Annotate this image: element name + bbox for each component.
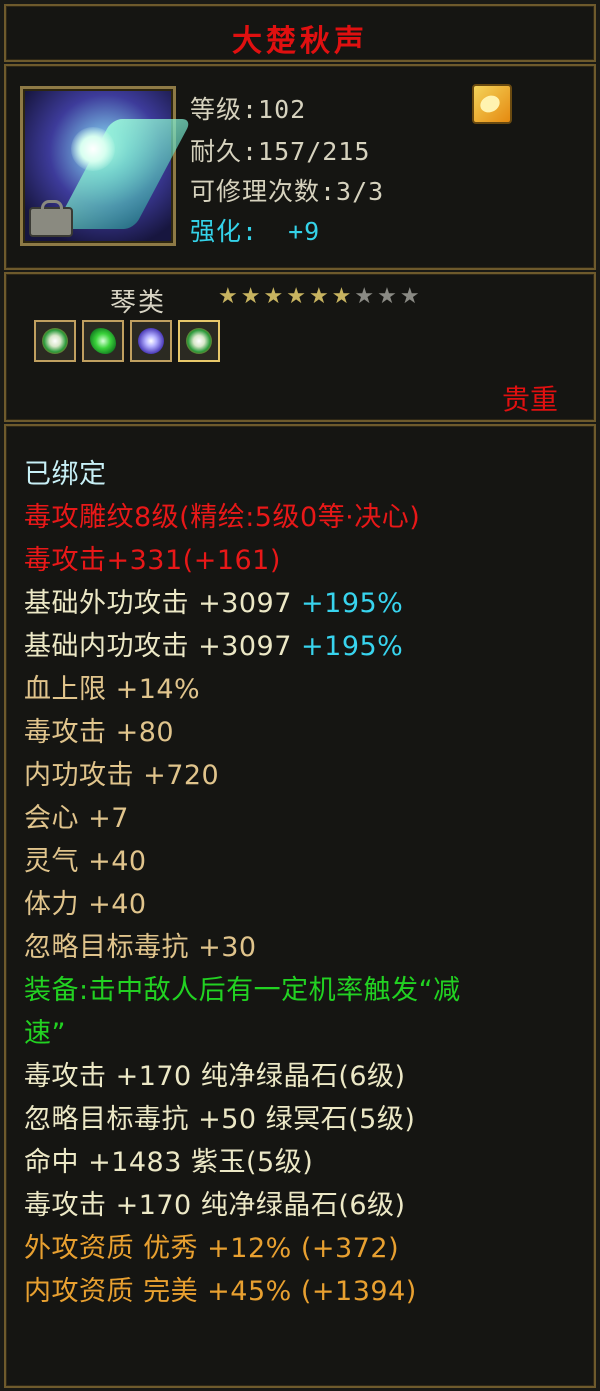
- item-meta: 琴类 ★★★★★★★★★ 贵重: [4, 272, 596, 422]
- title-bar: 大楚秋声: [4, 4, 596, 62]
- green-gem-icon: [90, 328, 116, 354]
- outer-attack-quality: 外攻资质 优秀 +12% (+372): [24, 1233, 400, 1264]
- base-outer-attack: 基础外功攻击 +3097 +195%: [24, 581, 403, 620]
- gem-slot-4[interactable]: [178, 320, 220, 362]
- enhance-label: 强化:: [190, 217, 259, 246]
- weapon-zither-icon[interactable]: [20, 86, 193, 246]
- purple-gem-icon: [138, 328, 164, 354]
- gem-slot-1[interactable]: [34, 320, 76, 362]
- star-rating: ★★★★★★★★★: [218, 284, 423, 309]
- gem-slot-3[interactable]: [130, 320, 172, 362]
- star-filled-icon: ★: [240, 284, 264, 309]
- icon-glow: [71, 127, 115, 171]
- level-stat: 等级:102: [190, 95, 307, 124]
- star-empty-icon: ★: [399, 284, 423, 309]
- base-inner-attack-pct: +195%: [301, 631, 404, 662]
- star-filled-icon: ★: [218, 284, 241, 309]
- base-outer-attack-pct: +195%: [301, 588, 404, 619]
- poison-attack-bonus: 毒攻击+331(+161): [24, 545, 281, 576]
- base-outer-attack-label: 基础外功攻击 +3097: [24, 588, 292, 619]
- green-ring-gem-icon: [186, 328, 212, 354]
- green-ring-gem-icon: [42, 328, 68, 354]
- durability-stat: 耐久:157/215: [190, 137, 371, 166]
- gem-slot-2[interactable]: [82, 320, 124, 362]
- gem-effect-1: 毒攻击 +170 纯净绿晶石(6级): [24, 1061, 406, 1092]
- inner-attack-quality: 内攻资质 完美 +45% (+1394): [24, 1276, 417, 1307]
- bound-status: 已绑定: [24, 459, 107, 490]
- star-filled-icon: ★: [308, 284, 332, 309]
- equip-effect-line-2: 速”: [24, 1018, 66, 1049]
- gem-effect-3: 命中 +1483 紫玉(5级): [24, 1147, 314, 1178]
- stamina: 体力 +40: [24, 889, 147, 920]
- equip-effect-line-1: 装备:击中敌人后有一定机率触发“减: [24, 975, 461, 1006]
- spirit: 灵气 +40: [24, 846, 147, 877]
- attribute-list: 已绑定 毒攻雕纹8级(精绘:5级0等·决心) 毒攻击+331(+161) 基础外…: [4, 424, 596, 1388]
- gem-effect-2: 忽略目标毒抗 +50 绿冥石(5级): [24, 1104, 416, 1135]
- repair-count-stat: 可修理次数:3/3: [190, 177, 385, 206]
- inner-attack: 内功攻击 +720: [24, 760, 220, 791]
- poison-attack: 毒攻击 +80: [24, 717, 175, 748]
- crit: 会心 +7: [24, 803, 129, 834]
- weapon-type: 琴类: [110, 288, 167, 318]
- base-inner-attack-label: 基础内功攻击 +3097: [24, 631, 292, 662]
- star-filled-icon: ★: [263, 284, 287, 309]
- lock-icon: [29, 200, 73, 237]
- item-name: 大楚秋声: [232, 24, 368, 59]
- item-header: 等级:102 耐久:157/215 可修理次数:3/3 强化: +9: [4, 64, 596, 270]
- star-empty-icon: ★: [354, 284, 378, 309]
- rarity-label: 贵重: [501, 383, 558, 416]
- gold-crest-icon[interactable]: [472, 84, 512, 124]
- star-filled-icon: ★: [331, 284, 355, 309]
- gem-effect-4: 毒攻击 +170 纯净绿晶石(6级): [24, 1190, 406, 1221]
- engraving-line: 毒攻雕纹8级(精绘:5级0等·决心): [24, 502, 421, 533]
- hp-cap: 血上限 +14%: [24, 674, 201, 705]
- base-inner-attack: 基础内功攻击 +3097 +195%: [24, 624, 403, 663]
- enhance-stat: 强化: +9: [190, 212, 320, 248]
- star-filled-icon: ★: [286, 284, 309, 309]
- star-empty-icon: ★: [377, 284, 400, 309]
- ignore-poison-res: 忽略目标毒抗 +30: [24, 932, 257, 963]
- enhance-value: +9: [288, 217, 321, 246]
